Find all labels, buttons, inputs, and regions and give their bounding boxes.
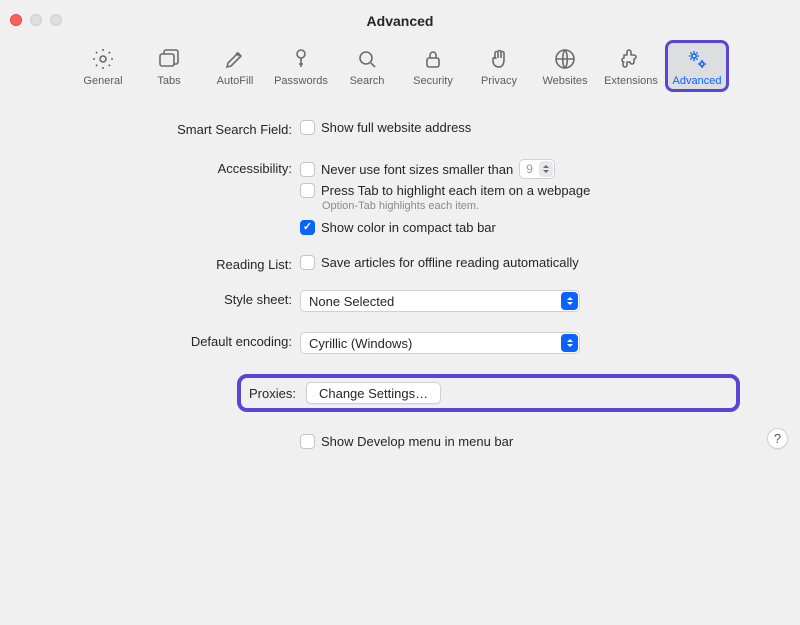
tab-autofill[interactable]: AutoFill	[203, 40, 267, 92]
minimize-window-button[interactable]	[30, 14, 42, 26]
tab-label: Extensions	[604, 75, 658, 87]
accessibility-label: Accessibility:	[60, 159, 300, 176]
tab-label: Security	[413, 75, 453, 87]
window-title: Advanced	[367, 13, 434, 29]
tab-label: Advanced	[673, 75, 722, 87]
search-icon	[355, 47, 379, 71]
titlebar: Advanced	[0, 0, 800, 42]
gear-icon	[91, 47, 115, 71]
window-controls	[10, 14, 62, 26]
tab-security[interactable]: Security	[401, 40, 465, 92]
globe-icon	[553, 47, 577, 71]
reading-list-label: Reading List:	[60, 255, 300, 272]
chevron-updown-icon	[561, 334, 578, 352]
puzzle-icon	[619, 47, 643, 71]
tab-advanced[interactable]: Advanced	[665, 40, 729, 92]
tab-passwords[interactable]: Passwords	[269, 40, 333, 92]
tab-label: AutoFill	[217, 75, 254, 87]
show-full-url-label: Show full website address	[321, 120, 471, 135]
show-color-compact-label: Show color in compact tab bar	[321, 220, 496, 235]
tab-label: General	[83, 75, 122, 87]
tab-search[interactable]: Search	[335, 40, 399, 92]
tab-label: Passwords	[274, 75, 328, 87]
default-encoding-select[interactable]: Cyrillic (Windows)	[300, 332, 580, 354]
chevron-updown-icon	[539, 161, 553, 177]
tabs-icon	[157, 47, 181, 71]
show-develop-label: Show Develop menu in menu bar	[321, 434, 513, 449]
tab-privacy[interactable]: Privacy	[467, 40, 531, 92]
tab-label: Privacy	[481, 75, 517, 87]
gears-icon	[685, 47, 709, 71]
help-glyph: ?	[774, 431, 781, 446]
save-offline-checkbox[interactable]	[300, 255, 315, 270]
min-font-size-value: 9	[526, 162, 533, 176]
hand-icon	[487, 47, 511, 71]
show-full-url-checkbox[interactable]	[300, 120, 315, 135]
style-sheet-value: None Selected	[309, 294, 394, 309]
tab-label: Search	[350, 75, 385, 87]
advanced-form: Smart Search Field: Show full website ad…	[0, 102, 800, 449]
help-button[interactable]: ?	[767, 428, 788, 449]
change-settings-button[interactable]: Change Settings…	[306, 382, 441, 404]
tab-general[interactable]: General	[71, 40, 135, 92]
min-font-size-select[interactable]: 9	[519, 159, 555, 179]
smart-search-label: Smart Search Field:	[60, 120, 300, 137]
show-color-compact-checkbox[interactable]	[300, 220, 315, 235]
tab-extensions[interactable]: Extensions	[599, 40, 663, 92]
option-tab-hint: Option-Tab highlights each item.	[300, 200, 740, 212]
proxies-highlight: Proxies: Change Settings…	[237, 374, 740, 412]
tab-label: Tabs	[157, 75, 180, 87]
min-font-size-label: Never use font sizes smaller than	[321, 162, 513, 177]
lock-icon	[421, 47, 445, 71]
style-sheet-select[interactable]: None Selected	[300, 290, 580, 312]
key-icon	[289, 47, 313, 71]
default-encoding-label: Default encoding:	[60, 332, 300, 349]
pencil-icon	[223, 47, 247, 71]
preferences-toolbar: General Tabs AutoFill Passwords Search S…	[0, 40, 800, 102]
zoom-window-button[interactable]	[50, 14, 62, 26]
press-tab-label: Press Tab to highlight each item on a we…	[321, 183, 590, 198]
tab-label: Websites	[542, 75, 587, 87]
tab-tabs[interactable]: Tabs	[137, 40, 201, 92]
default-encoding-value: Cyrillic (Windows)	[309, 336, 412, 351]
style-sheet-label: Style sheet:	[60, 290, 300, 307]
save-offline-label: Save articles for offline reading automa…	[321, 255, 579, 270]
chevron-updown-icon	[561, 292, 578, 310]
tab-websites[interactable]: Websites	[533, 40, 597, 92]
change-settings-label: Change Settings…	[319, 386, 428, 401]
close-window-button[interactable]	[10, 14, 22, 26]
proxies-label: Proxies:	[249, 386, 296, 401]
min-font-size-checkbox[interactable]	[300, 162, 315, 177]
show-develop-checkbox[interactable]	[300, 434, 315, 449]
press-tab-checkbox[interactable]	[300, 183, 315, 198]
